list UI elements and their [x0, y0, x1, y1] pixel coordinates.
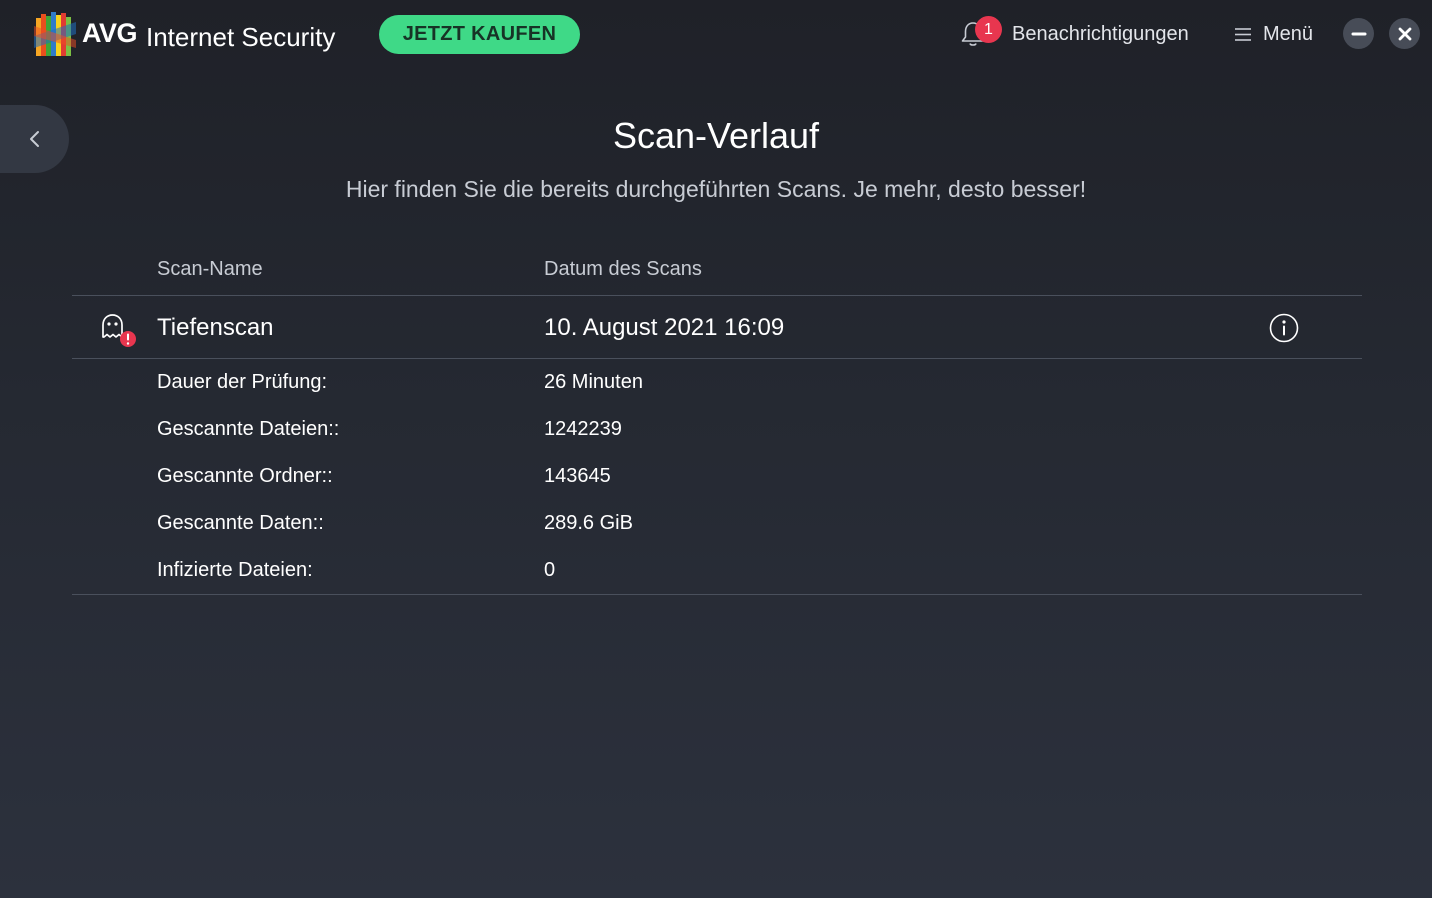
hamburger-icon: [1235, 28, 1251, 41]
minimize-button[interactable]: [1343, 18, 1374, 49]
close-icon: [1398, 27, 1411, 40]
divider: [72, 594, 1362, 595]
title-bar: AVG Internet Security JETZT KAUFEN 1 Ben…: [0, 0, 1432, 70]
notification-count-badge: 1: [975, 16, 1002, 43]
detail-label-scanned-data: Gescannte Daten::: [157, 512, 324, 534]
bell-icon: 1: [958, 16, 1002, 49]
detail-value-scanned-data: 289.6 GiB: [544, 512, 633, 534]
notifications-button[interactable]: 1 Benachrichtigungen: [958, 12, 1189, 56]
detail-label-duration: Dauer der Prüfung:: [157, 371, 328, 393]
info-button[interactable]: [1269, 313, 1299, 343]
column-header-scan-name: Scan-Name: [157, 258, 263, 280]
detail-value-scanned-files: 1242239: [544, 418, 622, 440]
detail-label-scanned-folders: Gescannte Ordner::: [157, 465, 333, 487]
detail-label-infected-files: Infizierte Dateien:: [157, 559, 313, 581]
ghost-alert-icon: [102, 314, 136, 347]
column-header-scan-date: Datum des Scans: [544, 258, 702, 280]
detail-value-infected-files: 0: [544, 559, 556, 581]
menu-button[interactable]: Menü: [1233, 12, 1313, 56]
page-title: Scan-Verlauf: [612, 115, 820, 156]
detail-label-scanned-files: Gescannte Dateien::: [157, 418, 340, 440]
detail-value-duration: 26 Minuten: [544, 371, 643, 393]
scan-name: Tiefenscan: [157, 314, 274, 341]
page-subtitle: Hier finden Sie die bereits durchgeführt…: [345, 176, 1087, 202]
divider: [72, 358, 1362, 359]
brand-name: AVG: [82, 18, 138, 48]
scan-date: 10. August 2021 16:09: [544, 314, 785, 341]
scan-history-row[interactable]: Tiefenscan 10. August 2021 16:09: [72, 296, 1362, 358]
minimize-icon: [1351, 32, 1366, 35]
detail-value-scanned-folders: 143645: [544, 465, 611, 487]
notifications-label: Benachrichtigungen: [1012, 22, 1189, 45]
close-button[interactable]: [1389, 18, 1420, 49]
menu-label: Menü: [1263, 22, 1314, 45]
info-icon: [1269, 313, 1299, 343]
avg-logo-icon: [34, 12, 76, 56]
buy-now-button[interactable]: JETZT KAUFEN: [379, 15, 580, 54]
product-name: Internet Security: [146, 22, 336, 52]
